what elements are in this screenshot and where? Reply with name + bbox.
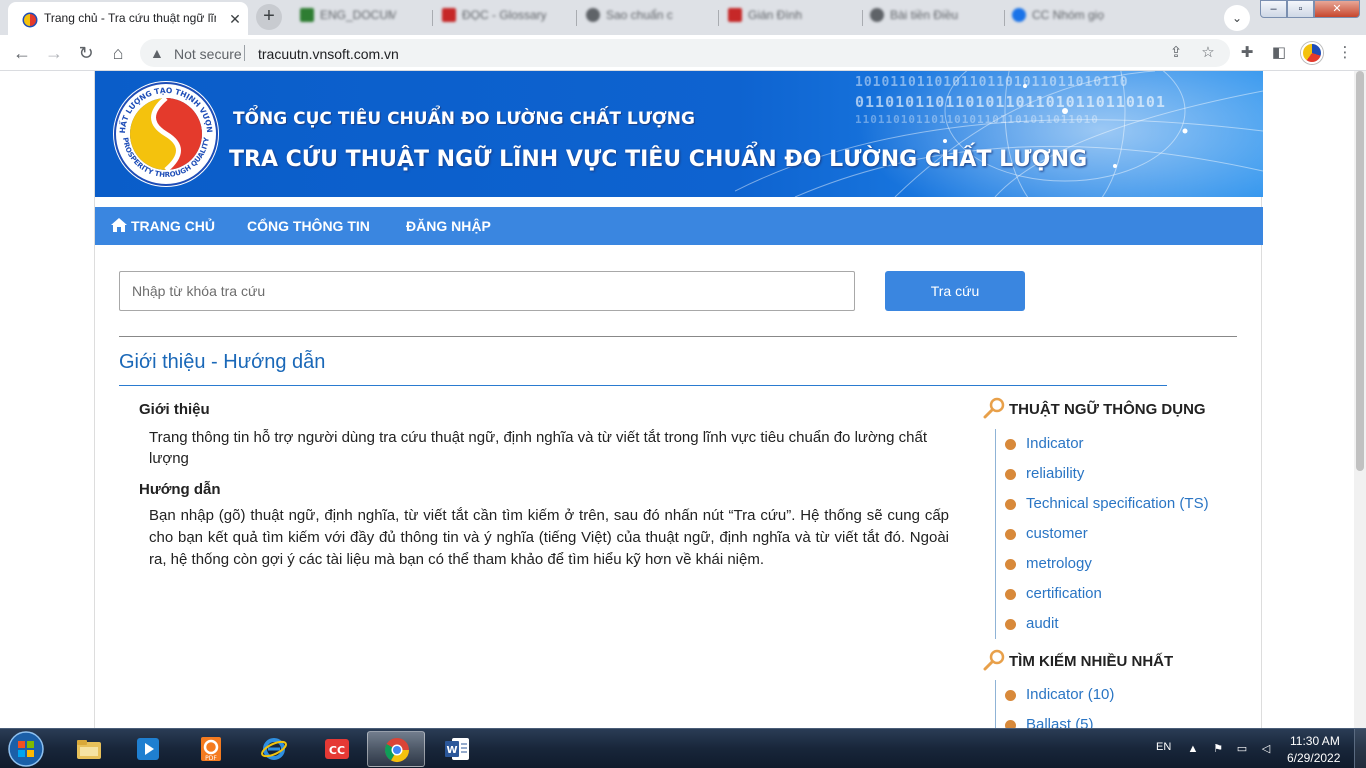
guide-heading: Hướng dẫn [139,481,221,498]
site-banner: 1010110110101101101011011010110 01101011… [95,71,1263,197]
extensions-puzzle-icon[interactable]: ✚ [1236,42,1258,64]
taskbar-word[interactable]: W [428,731,486,767]
organization-name: TỔNG CỤC TIÊU CHUẨN ĐO LƯỜNG CHẤT LƯỢNG [233,109,695,129]
background-tab[interactable]: Bài tiền Điều [870,8,974,26]
nav-home-label: TRANG CHỦ [131,218,215,234]
media-player-icon [137,738,159,760]
site-favicon-icon [22,12,38,28]
list-item[interactable]: Ballast (5) [996,710,1255,728]
window-controls: – ▫ ✕ [1260,0,1366,20]
most-searched-list: Indicator (10) Ballast (5) [995,680,1255,728]
minimize-button[interactable]: – [1260,0,1287,18]
site-title: TRA CỨU THUẬT NGỮ LĨNH VỰC TIÊU CHUẨN ĐO… [229,147,1088,172]
start-button-icon[interactable] [4,730,48,768]
show-hidden-icons-icon[interactable]: ▲ [1185,741,1201,757]
new-tab-button[interactable]: + [256,4,282,30]
home-icon[interactable]: ⌂ [106,41,130,65]
search-button[interactable]: Tra cứu [885,271,1025,311]
browser-tab-strip: Trang chủ - Tra cứu thuật ngữ lĩnh ✕ + E… [0,0,1366,35]
magnifier-icon [983,397,1005,419]
taskbar-internet-explorer[interactable] [245,731,303,767]
side-panel-icon[interactable]: ◧ [1268,42,1290,64]
nav-item-portal[interactable]: CỔNG THÔNG TIN [247,207,370,245]
list-item[interactable]: audit [996,609,1255,639]
taskbar-media-player[interactable] [119,731,177,767]
background-tab[interactable]: Gián Đình [728,8,832,26]
address-bar[interactable]: ▲ Not secure tracuutn.vnsoft.com.vn ⇪ ☆ [140,39,1230,67]
divider [119,336,1237,337]
section-underline [119,385,1167,386]
forward-arrow-icon[interactable]: → [42,41,66,65]
action-center-flag-icon[interactable]: ⚑ [1210,741,1226,757]
svg-text:CC: CC [329,744,345,757]
bookmark-star-icon[interactable]: ☆ [1198,43,1218,63]
network-icon[interactable]: ▭ [1234,741,1250,757]
page-viewport: 1010110110101101101011011010110 01101011… [0,71,1354,728]
logo-emblem: CHẤT LƯỢNG TẠO THỊNH VƯỢNG PROSPERITY TH… [111,79,219,187]
common-terms-list: Indicator reliability Technical specific… [995,429,1255,639]
menu-kebab-icon[interactable]: ⋮ [1334,42,1356,64]
show-desktop-button[interactable] [1354,729,1366,768]
internet-explorer-icon [261,738,287,760]
magnifier-icon [983,649,1005,671]
scroll-thumb[interactable] [1356,71,1364,471]
language-indicator[interactable]: EN [1156,741,1171,753]
main-navbar: TRANG CHỦ CỔNG THÔNG TIN ĐĂNG NHẬP [95,207,1263,245]
banner-network-graphic [735,71,1263,197]
list-item[interactable]: Indicator (10) [996,680,1255,710]
background-tab[interactable]: Sao chuẩn c [586,8,690,26]
tab-active[interactable]: Trang chủ - Tra cứu thuật ngữ lĩnh ✕ [8,2,248,35]
home-icon [111,218,127,232]
page-container: 1010110110101101101011011010110 01101011… [94,71,1263,728]
maximize-button[interactable]: ▫ [1287,0,1314,18]
guide-text: Bạn nhập (gõ) thuật ngữ, định nghĩa, từ … [149,507,949,568]
list-item[interactable]: metrology [996,549,1255,579]
taskbar-file-explorer[interactable] [60,731,118,767]
nav-item-home[interactable]: TRANG CHỦ [111,207,215,245]
chrome-icon [384,738,409,763]
windows-taskbar: PDF CC W EN ▲ ⚑ ▭ ◁ 11:30 AM 6/29/2022 [0,728,1366,768]
common-terms-heading: THUẬT NGỮ THÔNG DỤNG [983,397,1206,419]
clock-time[interactable]: 11:30 AM [1290,734,1340,748]
background-tab[interactable]: CC Nhóm giọ [1012,8,1116,26]
search-input[interactable] [119,271,855,311]
folder-icon [77,740,101,759]
list-item[interactable]: certification [996,579,1255,609]
svg-text:PDF: PDF [205,755,217,762]
list-item[interactable]: Technical specification (TS) [996,489,1255,519]
clock-date[interactable]: 6/29/2022 [1287,751,1340,765]
page-scrollbar[interactable] [1354,71,1366,728]
intro-heading: Giới thiệu [139,401,210,418]
taskbar-chrome[interactable] [367,731,425,767]
list-item[interactable]: reliability [996,459,1255,489]
tab-title: Trang chủ - Tra cứu thuật ngữ lĩnh [44,11,216,25]
tab-search-chevron-icon[interactable]: ⌄ [1224,5,1250,31]
close-window-button[interactable]: ✕ [1314,0,1360,18]
list-item[interactable]: customer [996,519,1255,549]
security-status[interactable]: Not secure [174,46,242,62]
browser-toolbar: ← → ↻ ⌂ ▲ Not secure tracuutn.vnsoft.com… [0,35,1366,71]
reload-icon[interactable]: ↻ [74,41,98,65]
coccoc-browser-icon: CC [325,739,349,759]
nav-item-login[interactable]: ĐĂNG NHẬP [406,207,491,245]
profile-avatar[interactable] [1301,42,1323,64]
section-title: Giới thiệu - Hướng dẫn [119,351,326,373]
pdf-icon: PDF [201,737,221,762]
back-arrow-icon[interactable]: ← [10,41,34,65]
share-icon[interactable]: ⇪ [1166,43,1186,63]
taskbar-coccoc[interactable]: CC [308,731,366,767]
tab-close-icon[interactable]: ✕ [226,10,244,28]
background-tab[interactable]: ĐỌC - Glossary [442,8,546,26]
svg-text:W: W [446,745,457,756]
warning-triangle-icon[interactable]: ▲ [150,45,164,61]
url-text[interactable]: tracuutn.vnsoft.com.vn [258,46,399,62]
intro-text: Trang thông tin hỗ trợ người dùng tra cứ… [149,429,927,467]
list-item[interactable]: Indicator [996,429,1255,459]
background-tab[interactable]: ENG_DOCUME [300,8,396,26]
word-icon: W [445,738,469,760]
volume-muted-icon[interactable]: ◁ [1258,741,1274,757]
taskbar-pdf-reader[interactable]: PDF [182,731,240,767]
most-searched-heading: TÌM KIẾM NHIỀU NHẤT [983,649,1173,671]
